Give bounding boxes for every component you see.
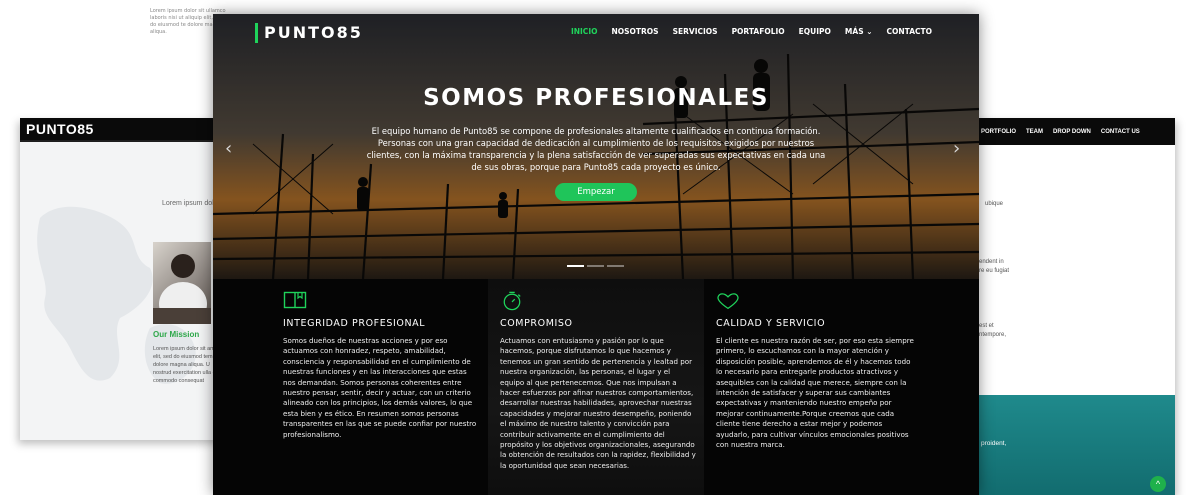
slider-dot[interactable] [587,265,604,267]
right-site-text: ntempore, [979,332,1007,338]
main-navbar: PUNTO85 INICIO NOSOTROS SERVICIOS PORTAF… [213,14,979,52]
start-button[interactable]: Empezar [555,183,637,201]
mission-title: Our Mission [153,330,200,339]
chevron-right-icon[interactable]: › [953,138,960,159]
right-site-window: PORTFOLIO TEAM DROP DOWN CONTACT US ubiq… [975,118,1175,495]
right-site-text: est et [979,323,994,329]
feature-calidad: CALIDAD Y SERVICIO El cliente es nuestra… [704,279,979,495]
left-site-logo[interactable]: PUNTO85 [26,121,94,137]
feature-text: Somos dueños de nuestras acciones y por … [283,336,477,439]
main-site-window: PUNTO85 INICIO NOSOTROS SERVICIOS PORTAF… [213,14,979,495]
menu-item-nosotros[interactable]: NOSOTROS [611,27,658,36]
right-site-text: ubique [985,201,1004,207]
slider-indicators [567,265,624,267]
menu-item-inicio[interactable]: INICIO [571,27,598,36]
feature-title: CALIDAD Y SERVICIO [716,318,826,329]
left-site-preview: Lorem ipsum dolor sit ullamco laboris ni… [0,0,230,440]
showcase-stage: Lorem ipsum dolor sit ullamco laboris ni… [0,0,1194,495]
hero-slider: PUNTO85 INICIO NOSOTROS SERVICIOS PORTAF… [213,14,979,279]
book-icon [283,291,307,309]
main-menu: INICIO NOSOTROS SERVICIOS PORTAFOLIO EQU… [571,27,932,36]
feature-text: El cliente es nuestra razón de ser, por … [716,336,914,450]
team-photo [153,242,211,324]
menu-item-mas[interactable]: MÁS ⌄ [845,27,873,36]
right-nav-portfolio[interactable]: PORTFOLIO [981,129,1016,135]
left-site-top: Lorem ipsum dolor sit ullamco laboris ni… [0,0,230,118]
feature-integridad: INTEGRIDAD PROFESIONAL Somos dueños de n… [213,279,488,495]
heart-icon [717,293,739,310]
right-site-text: re eu fugiat [979,268,1010,274]
menu-item-equipo[interactable]: EQUIPO [799,27,831,36]
main-logo[interactable]: PUNTO85 [255,23,363,43]
chevron-up-icon[interactable]: ^ [1150,476,1166,492]
chevron-left-icon[interactable]: ‹ [225,138,232,159]
feature-title: INTEGRIDAD PROFESIONAL [283,318,426,329]
hero-title: SOMOS PROFESIONALES [423,85,769,111]
right-site-text: endent in [979,259,1004,265]
values-section: INTEGRIDAD PROFESIONAL Somos dueños de n… [213,279,979,495]
right-nav-team[interactable]: TEAM [1026,129,1043,135]
slider-dot[interactable] [567,265,584,267]
right-site-preview: PORTFOLIO TEAM DROP DOWN CONTACT US ubiq… [975,0,1194,495]
feature-title: COMPROMISO [500,318,573,329]
stopwatch-icon [503,291,521,311]
left-site-navbar: PUNTO85 [20,118,230,142]
menu-item-portafolio[interactable]: PORTAFOLIO [732,27,785,36]
hero-description: El equipo humano de Punto85 se compone d… [366,126,826,172]
menu-item-contacto[interactable]: CONTACTO [887,27,933,36]
right-nav-dropdown[interactable]: DROP DOWN [1053,129,1091,135]
menu-item-servicios[interactable]: SERVICIOS [673,27,718,36]
left-site-heading: Lorem ipsum dolor [162,200,220,207]
right-site-navbar: PORTFOLIO TEAM DROP DOWN CONTACT US [975,118,1175,145]
slider-dot[interactable] [607,265,624,267]
feature-compromiso: COMPROMISO Actuamos con entusiasmo y pas… [488,279,704,495]
right-site-top [975,0,1194,118]
left-site-window: PUNTO85 Lorem ipsum dolor Our Mission Lo… [20,118,230,440]
feature-text: Actuamos con entusiasmo y pasión por lo … [500,336,696,470]
right-site-teal-text: proident, [981,440,1007,447]
right-nav-contact[interactable]: CONTACT US [1101,129,1140,135]
